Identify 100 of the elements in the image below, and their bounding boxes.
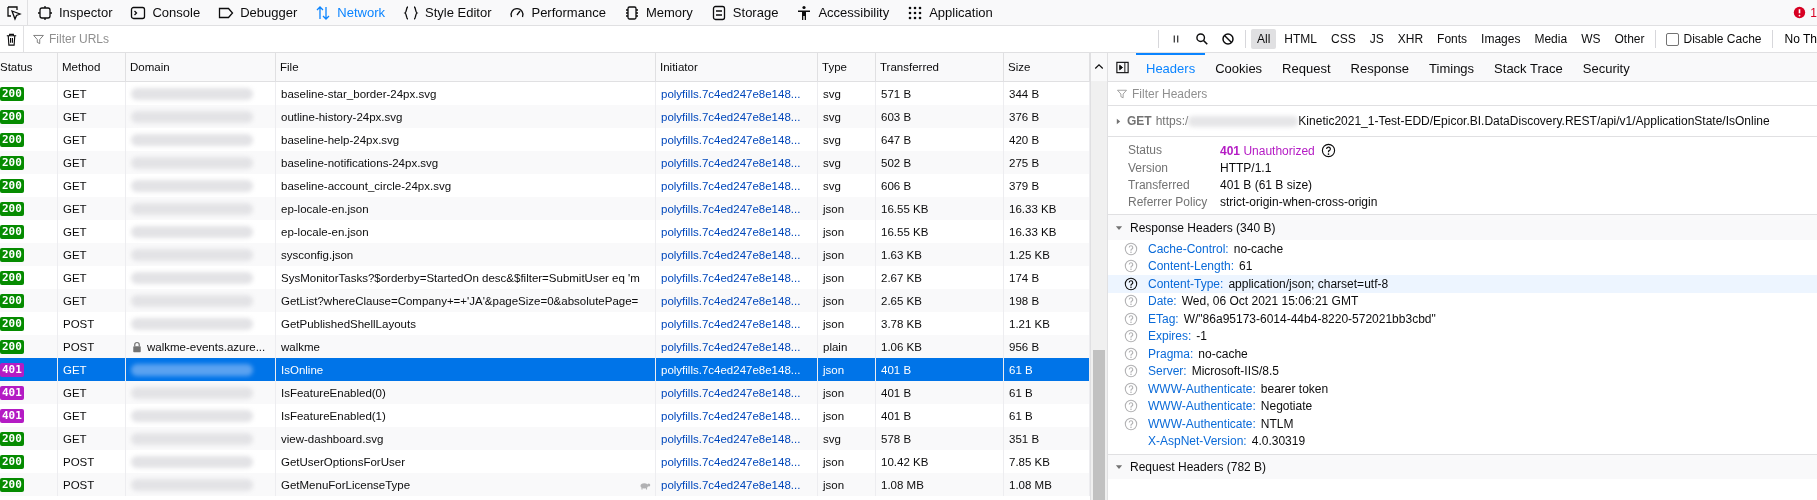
status-badge: 200 (0, 155, 24, 170)
initiator-link[interactable]: polyfills.7c4ed247e8e148... (661, 294, 801, 307)
details-tab[interactable]: Stack Trace (1484, 53, 1573, 81)
column-header[interactable]: Domain (126, 53, 276, 81)
status-badge: 200 (0, 477, 24, 492)
details-tab[interactable]: Cookies (1205, 53, 1273, 81)
type-filter-button[interactable]: Other (1608, 29, 1651, 49)
devtools-tab[interactable]: Style Editor (394, 0, 501, 25)
method-text: GET (63, 179, 87, 192)
devtools-tab[interactable]: Console (121, 0, 210, 25)
column-header[interactable]: Method (58, 53, 126, 81)
type-filter-button[interactable]: Media (1528, 29, 1574, 49)
filter-headers-field[interactable]: Filter Headers (1132, 86, 1432, 101)
type-filter-button[interactable]: CSS (1325, 29, 1362, 49)
column-header[interactable]: Initiator (656, 53, 818, 81)
initiator-link[interactable]: polyfills.7c4ed247e8e148... (661, 271, 801, 284)
type-filter-button[interactable]: Fonts (1431, 29, 1474, 49)
details-tab[interactable]: Response (1340, 53, 1420, 81)
initiator-link[interactable]: polyfills.7c4ed247e8e148... (661, 478, 801, 491)
summary-label: Transferred (1128, 178, 1191, 192)
details-tab[interactable]: Timings (1419, 53, 1485, 81)
request-headers-section[interactable]: Request Headers (782 B) (1108, 454, 1817, 479)
method-text: GET (63, 294, 87, 307)
response-headers-section[interactable]: Response Headers (340 B) (1108, 215, 1817, 240)
type-filter-button[interactable]: XHR (1391, 29, 1430, 49)
request-row[interactable]: 200 GET outline-history-24px.svg polyfills.7c4ed247e8e148... svg 603 B 376 B (0, 105, 1090, 128)
scrollbar-thumb[interactable] (1093, 350, 1105, 500)
request-row[interactable]: 200 GET baseline-notifications-24px.svg polyfills.7c4ed247e8e148... svg 502 B 275 B (0, 151, 1090, 174)
initiator-link[interactable]: polyfills.7c4ed247e8e148... (661, 340, 801, 353)
devtools-tab[interactable]: Inspector (28, 0, 122, 25)
help-icon[interactable] (1320, 143, 1336, 158)
header-name: Expires: (1148, 329, 1192, 344)
column-header[interactable]: Transferred (876, 53, 1004, 81)
type-text: json (823, 248, 845, 261)
initiator-link[interactable]: polyfills.7c4ed247e8e148... (661, 133, 801, 146)
initiator-link[interactable]: polyfills.7c4ed247e8e148... (661, 156, 801, 169)
terminal-icon (130, 4, 147, 21)
type-filter-button[interactable]: JS (1363, 29, 1390, 49)
type-text: json (823, 202, 845, 215)
initiator-link[interactable]: polyfills.7c4ed247e8e148... (661, 87, 801, 100)
header-value: no-cache (1198, 346, 1248, 361)
request-row[interactable]: 401 GET IsOnline polyfills.7c4ed247e8e148... json 401 B 61 B (0, 358, 1090, 381)
type-text: json (823, 317, 845, 330)
request-row[interactable]: 200 GET ep-locale-en.json polyfills.7c4ed247e8e148... json 16.55 KB 16.33 KB (0, 197, 1090, 220)
disable-cache-checkbox[interactable] (1666, 32, 1680, 46)
devtools-tab[interactable]: Application (898, 0, 1002, 25)
initiator-link[interactable]: polyfills.7c4ed247e8e148... (661, 110, 801, 123)
initiator-link[interactable]: polyfills.7c4ed247e8e148... (661, 363, 801, 376)
help-icon[interactable] (1124, 276, 1138, 291)
throttling-dropdown[interactable]: No Th (1776, 32, 1817, 46)
details-tab[interactable]: Request (1272, 53, 1341, 81)
devtools-tab[interactable]: Storage (701, 0, 788, 25)
initiator-link[interactable]: polyfills.7c4ed247e8e148... (661, 225, 801, 238)
file-name: IsFeatureEnabled(0) (281, 386, 386, 399)
type-text: json (823, 478, 845, 491)
devtools-tab[interactable]: Performance (500, 0, 615, 25)
request-row[interactable]: 200 POST GetMenuForLicenseType polyfills.7c4ed247e8e148... json 1.08 MB 1.08 MB (0, 473, 1090, 496)
filter-icon (1116, 87, 1128, 100)
details-tab[interactable]: Headers (1136, 53, 1206, 81)
method-text: GET (63, 432, 87, 445)
up-down-arrows-icon (315, 4, 332, 21)
type-filter-button[interactable]: WS (1575, 29, 1607, 49)
request-row[interactable]: 200 GET GetList?whereClause=Company+=+'JA'&pageSize=0&absolutePage= polyfills.7c4ed247e8e148... json 2.65 KB 198 B (0, 289, 1090, 312)
size-text: 351 B (1009, 432, 1040, 445)
initiator-link[interactable]: polyfills.7c4ed247e8e148... (661, 202, 801, 215)
initiator-link[interactable]: polyfills.7c4ed247e8e148... (661, 248, 801, 261)
method-text: POST (63, 340, 95, 353)
method-text: GET (63, 225, 87, 238)
header-value: NTLM (1260, 416, 1294, 431)
header-value: Negotiate (1260, 399, 1313, 414)
initiator-link[interactable]: polyfills.7c4ed247e8e148... (661, 317, 801, 330)
summary-value: 401 B (61 B size) (1220, 178, 1313, 192)
initiator-link[interactable]: polyfills.7c4ed247e8e148... (661, 409, 801, 422)
initiator-link[interactable]: polyfills.7c4ed247e8e148... (661, 386, 801, 399)
request-row[interactable]: 200 GET sysconfig.json polyfills.7c4ed247e8e148... json 1.63 KB 1.25 KB (0, 243, 1090, 266)
filter-urls-field[interactable]: Filter URLs (49, 32, 449, 46)
request-row[interactable]: 200 POST walkme-events.azure... walkme polyfills.7c4ed247e8e148... plain 1.06 KB 956 B (0, 335, 1090, 358)
transferred-text: 606 B (881, 179, 912, 192)
initiator-link[interactable]: polyfills.7c4ed247e8e148... (661, 179, 801, 192)
request-row[interactable]: 401 GET IsFeatureEnabled(0) polyfills.7c4ed247e8e148... json 401 B 61 B (0, 381, 1090, 404)
devtools-tab[interactable]: Accessibility (787, 0, 899, 25)
request-row[interactable]: 200 GET view-dashboard.svg polyfills.7c4ed247e8e148... svg 578 B 351 B (0, 427, 1090, 450)
method-text: GET (63, 156, 87, 169)
type-text: json (823, 271, 845, 284)
devtools-tab[interactable]: Debugger (209, 0, 307, 25)
details-tab[interactable]: Security (1572, 53, 1640, 81)
column-header[interactable]: File (276, 53, 656, 81)
devtools-tab[interactable]: Network (306, 0, 394, 25)
type-filter-button[interactable]: HTML (1278, 29, 1323, 49)
initiator-link[interactable]: polyfills.7c4ed247e8e148... (661, 455, 801, 468)
size-text: 379 B (1009, 179, 1040, 192)
initiator-link[interactable]: polyfills.7c4ed247e8e148... (661, 432, 801, 445)
type-filter-button[interactable]: Images (1475, 29, 1527, 49)
type-filter-button[interactable]: All (1251, 29, 1277, 49)
devtools-tab[interactable]: Memory (614, 0, 702, 25)
column-header[interactable]: Status (0, 53, 58, 81)
summary-value: HTTP/1.1 (1220, 161, 1272, 175)
file-name: SysMonitorTasks?$orderby=StartedOn desc&$filter=SubmitUser eq 'm (281, 271, 640, 284)
column-header[interactable]: Type (818, 53, 876, 81)
expand-arrow-icon[interactable] (1114, 116, 1123, 126)
